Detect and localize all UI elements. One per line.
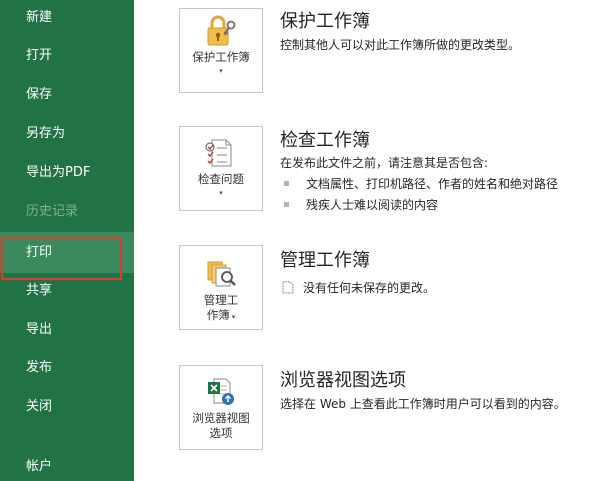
manage-workbook-icon <box>201 258 241 290</box>
sidebar-item-account[interactable]: 帐户 <box>0 447 134 481</box>
browser-view-options-label: 浏览器视图 选项 <box>192 411 250 441</box>
sidebar-item-history: 历史记录 <box>26 204 79 219</box>
bullet-icon <box>284 181 289 186</box>
manage-workbook-desc: 没有任何未保存的更改。 <box>303 281 436 295</box>
excel-browser-icon <box>201 376 241 408</box>
inspect-bullet-text: 文档属性、打印机路径、作者的姓名和绝对路径 <box>306 177 559 191</box>
backstage-sidebar: 新建 打开 保存 另存为 导出为PDF 历史记录 打印 共享 导出 发布 关闭 … <box>0 0 134 481</box>
browser-view-label-line1: 浏览器视图 <box>192 411 250 425</box>
inspect-bullet-accessibility: 残疾人士难以阅读的内容 <box>284 196 438 213</box>
document-icon <box>282 281 294 294</box>
bullet-icon <box>284 202 289 207</box>
sidebar-item-close[interactable]: 关闭 <box>0 387 134 426</box>
manage-workbook-label-line1: 管理工 <box>203 293 239 307</box>
check-for-issues-label: 检查问题 <box>198 172 244 186</box>
sidebar-item-open[interactable]: 打开 <box>0 36 134 75</box>
browser-view-label-line2: 选项 <box>209 426 233 440</box>
protect-workbook-label: 保护工作簿 <box>192 50 250 64</box>
sidebar-item-save-as[interactable]: 另存为 <box>0 114 134 153</box>
sidebar-item-publish[interactable]: 发布 <box>0 348 134 387</box>
sidebar-item-share[interactable]: 共享 <box>0 271 134 310</box>
manage-workbook-label-line2: 作簿 <box>206 308 230 322</box>
chevron-down-icon: ▾ <box>219 67 223 75</box>
inspect-workbook-title: 检查工作簿 <box>280 130 370 151</box>
sidebar-item-print[interactable]: 打印 <box>0 232 134 273</box>
inspect-bullet-text: 残疾人士难以阅读的内容 <box>306 198 439 212</box>
browser-view-options-title: 浏览器视图选项 <box>280 370 406 391</box>
checklist-icon <box>201 137 241 169</box>
sidebar-item-export-pdf[interactable]: 导出为PDF <box>0 153 134 192</box>
check-for-issues-button[interactable]: 检查问题 ▾ <box>179 126 263 211</box>
manage-workbook-title: 管理工作簿 <box>280 250 370 271</box>
manage-workbook-status: 没有任何未保存的更改。 <box>282 279 435 296</box>
manage-workbook-label: 管理工 作簿 ▾ <box>204 293 239 325</box>
browser-view-options-desc: 选择在 Web 上查看此工作簿时用户可以看到的内容。 <box>280 397 566 411</box>
info-main-panel: 保护工作簿 ▾ 保护工作簿 控制其他人可以对此工作簿所做的更改类型。 检查问题 … <box>134 0 596 481</box>
browser-view-options-button[interactable]: 浏览器视图 选项 <box>179 365 263 450</box>
sidebar-item-export[interactable]: 导出 <box>0 310 134 349</box>
protect-workbook-desc: 控制其他人可以对此工作簿所做的更改类型。 <box>280 38 521 52</box>
protect-workbook-title: 保护工作簿 <box>280 11 370 32</box>
inspect-bullet-properties: 文档属性、打印机路径、作者的姓名和绝对路径 <box>284 175 558 192</box>
sidebar-item-new[interactable]: 新建 <box>0 0 134 37</box>
inspect-workbook-desc: 在发布此文件之前，请注意其是否包含: <box>280 156 489 170</box>
chevron-down-icon: ▾ <box>231 313 236 321</box>
lock-key-icon <box>201 15 241 47</box>
sidebar-item-save[interactable]: 保存 <box>0 75 134 114</box>
chevron-down-icon: ▾ <box>219 189 223 197</box>
manage-workbook-button[interactable]: 管理工 作簿 ▾ <box>179 245 263 330</box>
protect-workbook-button[interactable]: 保护工作簿 ▾ <box>179 8 263 93</box>
